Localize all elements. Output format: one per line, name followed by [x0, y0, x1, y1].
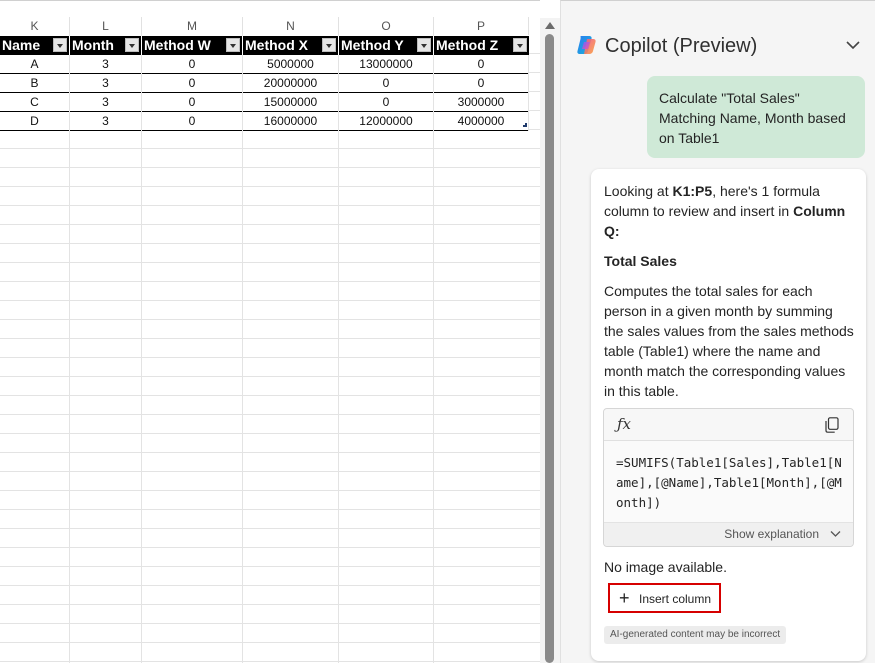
filter-dropdown-icon[interactable]	[513, 38, 527, 52]
filter-dropdown-icon[interactable]	[417, 38, 431, 52]
column-header-bar: K L M N O P	[0, 17, 540, 35]
table-row: B 3 0 20000000 0 0	[0, 74, 529, 93]
scrollbar-thumb[interactable]	[545, 34, 554, 663]
column-header-l[interactable]: L	[70, 17, 142, 35]
table-row: D 3 0 16000000 12000000 4000000	[0, 112, 529, 131]
scroll-up-arrow-icon[interactable]	[545, 22, 555, 29]
table-cell[interactable]: 0	[339, 93, 434, 112]
copilot-title: Copilot (Preview)	[605, 35, 758, 57]
column-header-k[interactable]: K	[0, 17, 70, 35]
table-cell[interactable]: 5000000	[243, 55, 339, 74]
table-body: A 3 0 5000000 13000000 0 B 3 0 20000000 …	[0, 55, 529, 131]
copilot-pane: Copilot (Preview) Calculate "Total Sales…	[560, 0, 875, 663]
table-row: C 3 0 15000000 0 3000000	[0, 93, 529, 112]
copilot-reply-card: Looking at K1:P5, here's 1 formula colum…	[591, 169, 866, 661]
chevron-down-icon[interactable]	[845, 38, 861, 52]
header-cell-method-w[interactable]: Method W	[142, 36, 243, 55]
filter-dropdown-icon[interactable]	[125, 38, 139, 52]
formula-text: =SUMIFS(Table1[Sales],Table1[Name],[@Nam…	[616, 455, 842, 510]
table-cell[interactable]: 13000000	[339, 55, 434, 74]
range-reference: K1:P5	[672, 183, 713, 199]
table-cell[interactable]: B	[0, 74, 70, 93]
filter-dropdown-icon[interactable]	[322, 38, 336, 52]
formula-section-title: Total Sales	[604, 253, 677, 269]
user-message-bubble: Calculate "Total Sales" Matching Name, M…	[647, 76, 865, 158]
header-cell-method-z[interactable]: Method Z	[434, 36, 529, 55]
plus-icon: +	[619, 588, 630, 608]
insert-column-button[interactable]: + Insert column	[608, 583, 721, 613]
filter-dropdown-icon[interactable]	[226, 38, 240, 52]
table-cell[interactable]: C	[0, 93, 70, 112]
table-header-row: Name Month Method W Method X Method Y Me…	[0, 36, 529, 55]
table-cell[interactable]: 15000000	[243, 93, 339, 112]
table-cell[interactable]: 3	[70, 74, 142, 93]
column-header-o[interactable]: O	[339, 17, 434, 35]
formula-box: ƒx =SUMIFS(Table1[Sales],Table1[Name],[@…	[603, 408, 854, 547]
table-cell[interactable]: 12000000	[339, 112, 434, 131]
table-cell[interactable]: 0	[434, 55, 529, 74]
table-cell[interactable]: 16000000	[243, 112, 339, 131]
spreadsheet-area: K L M N O P Name Month Method W Method X…	[0, 0, 540, 663]
ribbon-edge	[0, 0, 540, 9]
header-cell-name[interactable]: Name	[0, 36, 70, 55]
vertical-scrollbar[interactable]	[540, 18, 560, 663]
show-explanation-label: Show explanation	[724, 527, 819, 541]
fx-icon: ƒx	[617, 415, 632, 433]
copilot-logo-icon	[577, 36, 596, 54]
copy-icon[interactable]	[825, 417, 839, 433]
table-row: A 3 0 5000000 13000000 0	[0, 55, 529, 74]
ai-disclaimer-badge: AI-generated content may be incorrect	[604, 626, 787, 644]
table-resize-handle[interactable]	[523, 123, 527, 127]
table-cell[interactable]: D	[0, 112, 70, 131]
table-cell[interactable]: 0	[142, 55, 243, 74]
insert-column-label: Insert column	[639, 592, 712, 606]
table-cell[interactable]: 0	[142, 112, 243, 131]
table-cell[interactable]: 0	[142, 93, 243, 112]
table-cell[interactable]: A	[0, 55, 70, 74]
user-message-text: Calculate "Total Sales" Matching Name, M…	[659, 90, 846, 146]
show-explanation-button[interactable]: Show explanation	[604, 522, 853, 546]
table-cell[interactable]: 0	[434, 74, 529, 93]
reply-intro: Looking at K1:P5, here's 1 formula colum…	[604, 183, 846, 239]
table-cell[interactable]: 3	[70, 93, 142, 112]
formula-toolbar: ƒx	[604, 409, 853, 441]
filter-dropdown-icon[interactable]	[53, 38, 67, 52]
table-cell[interactable]: 4000000	[434, 112, 529, 131]
table-cell[interactable]: 3000000	[434, 93, 529, 112]
table-cell[interactable]: 0	[339, 74, 434, 93]
header-cell-month[interactable]: Month	[70, 36, 142, 55]
column-header-n[interactable]: N	[243, 17, 339, 35]
no-image-text: No image available.	[604, 559, 727, 575]
column-header-m[interactable]: M	[142, 17, 243, 35]
formula-description: Computes the total sales for each person…	[604, 283, 854, 399]
copilot-header: Copilot (Preview)	[561, 29, 875, 61]
chevron-down-icon	[830, 531, 841, 537]
table-cell[interactable]: 20000000	[243, 74, 339, 93]
table-cell[interactable]: 3	[70, 55, 142, 74]
table-cell[interactable]: 0	[142, 74, 243, 93]
header-cell-method-x[interactable]: Method X	[243, 36, 339, 55]
column-header-p[interactable]: P	[434, 17, 529, 35]
header-cell-method-y[interactable]: Method Y	[339, 36, 434, 55]
table-cell[interactable]: 3	[70, 112, 142, 131]
